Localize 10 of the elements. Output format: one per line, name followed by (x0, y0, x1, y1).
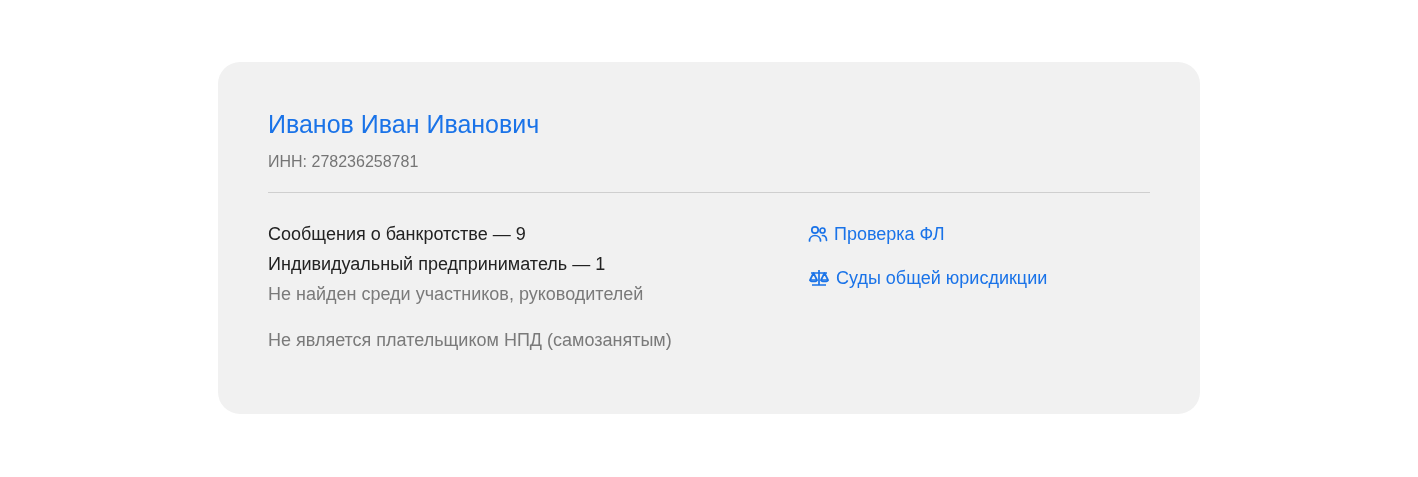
inn-text: ИНН: 278236258781 (268, 152, 420, 172)
tax-status-text: Не является плательщиком НПД (самозанятым) (268, 329, 673, 352)
person-name-link[interactable]: Иванов Иван Иванович (268, 108, 540, 140)
scales-icon (808, 269, 830, 287)
check-link[interactable]: Проверка ФЛ (808, 219, 1048, 249)
record-text: Сообщения о банкротстве — 9 (268, 223, 527, 246)
check-link[interactable]: Суды общей юрисдикции (808, 263, 1048, 293)
note-text: Не найден среди участников, руководителей (268, 283, 645, 306)
people-icon (808, 225, 828, 243)
record-text: Индивидуальный предприниматель — 1 (268, 253, 607, 276)
